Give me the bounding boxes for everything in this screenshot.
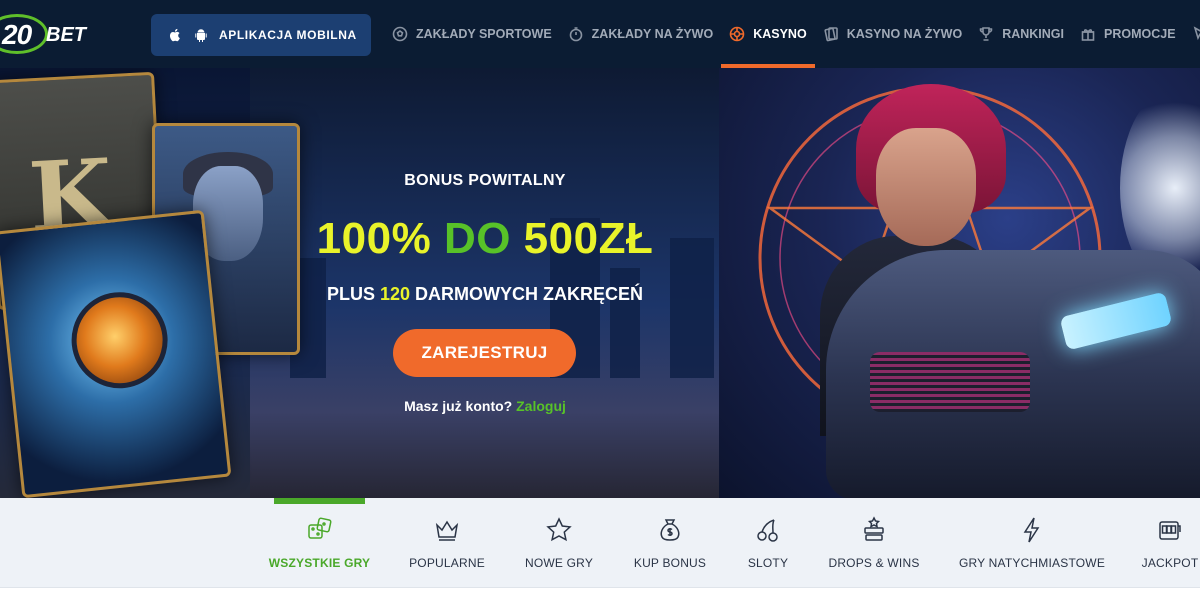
nav-rankings[interactable]: RANKINGI	[970, 0, 1072, 68]
nav-label: RANKINGI	[1002, 27, 1065, 41]
snake-orb-card-image	[0, 209, 232, 498]
dice-icon	[307, 517, 331, 539]
category-label: DROPS & WINS	[828, 556, 920, 570]
headline-to: DO	[443, 214, 511, 263]
car-grille	[870, 352, 1030, 412]
sub-suffix: DARMOWYCH ZAKRĘCEŃ	[415, 284, 644, 304]
money-bag-icon	[660, 519, 680, 541]
register-button[interactable]: ZAREJESTRUJ	[393, 329, 576, 377]
stopwatch-icon	[569, 27, 582, 42]
hero-banner: K BONUS POWITALNY 100% DO 500ZŁ PLUS 120…	[0, 68, 1200, 498]
headline-percent: 100%	[316, 214, 432, 263]
mobile-app-button[interactable]: APLIKACJA MOBILNA	[151, 14, 371, 56]
category-label: SLOTY	[747, 556, 789, 570]
nav-label: PROMOCJE	[1104, 27, 1176, 41]
golden-orb	[66, 287, 173, 393]
soccer-ball-icon	[392, 26, 408, 42]
bonus-headline: 100% DO 500ZŁ	[250, 214, 720, 264]
bonus-title: BONUS POWITALNY	[404, 172, 566, 189]
logo-number: 20	[2, 19, 32, 50]
category-popular[interactable]: POPULARNE	[402, 498, 492, 588]
welcome-bonus-panel: BONUS POWITALNY 100% DO 500ZŁ PLUS 120 D…	[250, 68, 720, 498]
nav-label: ZAKŁADY NA ŻYWO	[591, 27, 714, 41]
logo-word: BET	[46, 24, 86, 46]
nav-live-casino[interactable]: KASYNO NA ŻYWO	[815, 0, 971, 68]
free-spins-count: 120	[379, 284, 411, 304]
nav-sports-betting[interactable]: ZAKŁADY SPORTOWE	[384, 0, 560, 68]
top-navigation-bar: 20 BET APLIKACJA MOBILNA ZAKŁADY SPORTOW…	[0, 0, 1200, 68]
nav-promotions[interactable]: PROMOCJE	[1072, 0, 1184, 68]
drops-wins-icon	[864, 516, 884, 541]
category-label: GRY NATYCHMIASTOWE	[958, 556, 1106, 570]
category-all-games[interactable]: WSZYSTKIE GRY	[269, 498, 370, 588]
category-buy-bonus[interactable]: KUP BONUS	[630, 498, 710, 588]
nav-casino[interactable]: KASYNO	[721, 0, 816, 68]
headline-amount: 500ZŁ	[523, 214, 654, 263]
login-prompt: Masz już konto? Zaloguj	[250, 398, 720, 414]
android-icon	[195, 29, 207, 42]
apple-icon	[169, 28, 180, 42]
category-drops-wins[interactable]: DROPS & WINS	[826, 498, 922, 588]
free-spins-line: PLUS 120 DARMOWYCH ZAKRĘCEŃ	[250, 284, 720, 305]
nav-label: KASYNO	[753, 27, 807, 41]
slot-machine-icon	[1159, 521, 1181, 540]
category-label: KUP BONUS	[633, 556, 707, 570]
crown-icon	[435, 520, 459, 541]
star-icon	[546, 517, 572, 542]
cards-icon	[824, 27, 838, 42]
category-new-games[interactable]: NOWE GRY	[519, 498, 599, 588]
main-nav: ZAKŁADY SPORTOWE ZAKŁADY NA ŻYWO KASYNO …	[384, 0, 1200, 68]
cherries-icon	[757, 519, 778, 542]
nav-label: ZAKŁADY SPORTOWE	[416, 27, 552, 41]
game-category-bar: WSZYSTKIE GRY POPULARNE NOWE GRY KUP BON…	[0, 498, 1200, 588]
category-jackpot[interactable]: JACKPOT	[1140, 498, 1200, 588]
gift-icon	[1081, 29, 1095, 41]
site-logo[interactable]: 20 BET	[0, 14, 110, 54]
category-label: JACKPOT	[1141, 556, 1199, 570]
category-label: NOWE GRY	[524, 556, 594, 570]
woman-character-face	[876, 128, 976, 246]
cursor-icon	[1193, 26, 1200, 41]
lightning-icon	[1023, 517, 1040, 543]
nav-live-betting[interactable]: ZAKŁADY NA ŻYWO	[560, 0, 722, 68]
category-instant-games[interactable]: GRY NATYCHMIASTOWE	[956, 498, 1108, 588]
nav-more[interactable]: F	[1184, 0, 1200, 68]
trophy-icon	[979, 27, 993, 41]
category-label: POPULARNE	[409, 556, 485, 570]
nav-label: KASYNO NA ŻYWO	[846, 27, 963, 41]
login-question: Masz już konto?	[404, 398, 513, 414]
login-link[interactable]: Zaloguj	[516, 398, 566, 414]
sub-prefix: PLUS	[326, 284, 375, 304]
mobile-app-label: APLIKACJA MOBILNA	[219, 28, 357, 42]
category-label: WSZYSTKIE GRY	[268, 556, 371, 570]
category-slots[interactable]: SLOTY	[738, 498, 798, 588]
roulette-icon	[729, 26, 745, 42]
